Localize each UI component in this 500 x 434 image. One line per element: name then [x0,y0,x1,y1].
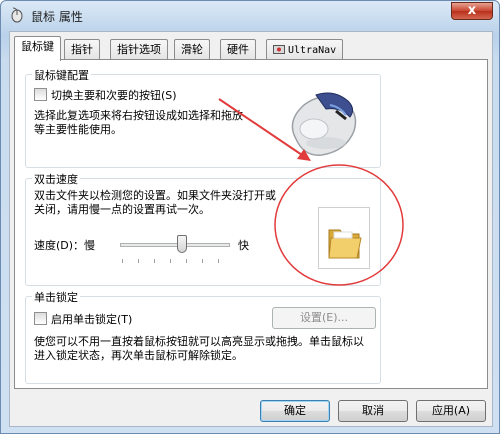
window-title: 鼠标 属性 [31,10,83,24]
speed-slow-label: 速度(D)：慢 [34,239,96,252]
mouse-icon [11,7,23,23]
click-lock-description: 使您可以不用一直按着鼠标按钮就可以高亮显示或拖拽。单击鼠标以进入锁定状态，再次单… [34,335,364,362]
group-title: 双击速度 [32,171,80,187]
tab-label: UltraNav [288,45,337,56]
slider-tick [138,259,139,263]
tab-buttons[interactable]: 鼠标键 [14,36,61,61]
test-folder-area[interactable] [318,207,370,269]
speed-slider-thumb[interactable] [177,235,187,253]
checkbox-box[interactable] [34,312,47,325]
tab-panel: 鼠标键配置 切换主要和次要的按钮(S) 选择此复选项来将右按钮设成如选择和拖放等… [14,59,488,389]
ultranav-icon [273,45,285,54]
dialog-body: 鼠标键 指针 指针选项 滑轮 硬件 UltraNav 鼠标键配置 切换主要和次要… [9,31,493,427]
tab-pointers[interactable]: 指针 [64,39,100,60]
click-lock-checkbox[interactable]: 启用单击锁定(T) [34,311,132,327]
mouse-properties-window: 鼠标 属性 x 鼠标键 指针 指针选项 滑轮 硬件 UltraNav 鼠标键配置… [0,0,500,434]
tab-label: 指针选项 [117,43,161,56]
slider-tick [202,259,203,263]
checkbox-label: 启用单击锁定(T) [51,313,133,326]
switch-buttons-checkbox[interactable]: 切换主要和次要的按钮(S) [34,87,177,103]
slider-tick [170,259,171,263]
group-title: 单击锁定 [32,289,80,305]
tab-ultranav[interactable]: UltraNav [266,39,344,60]
click-lock-group: 单击锁定 启用单击锁定(T) 设置(E)... 使您可以不用一直按着鼠标按钮就可… [25,289,381,384]
button-config-description: 选择此复选项来将右按钮设成如选择和拖放等主要性能使用。 [34,109,243,136]
cancel-button[interactable]: 取消 [338,400,408,422]
tab-label: 硬件 [227,43,249,56]
speed-fast-label: 快 [238,239,249,252]
title-bar[interactable]: 鼠标 属性 x [1,1,499,29]
ok-button[interactable]: 确定 [260,400,330,422]
checkbox-box[interactable] [34,88,47,101]
slider-tick [154,259,155,263]
tab-wheel[interactable]: 滑轮 [174,39,210,60]
click-lock-settings-button[interactable]: 设置(E)... [272,307,376,329]
tab-label: 鼠标键 [21,40,54,53]
button-config-group: 鼠标键配置 切换主要和次要的按钮(S) 选择此复选项来将右按钮设成如选择和拖放等… [25,67,381,168]
tab-label: 滑轮 [181,43,203,56]
speed-slider-track[interactable] [120,243,230,247]
folder-icon[interactable] [319,208,369,268]
close-button[interactable]: x [451,2,493,20]
double-click-group: 双击速度 双击文件夹以检测您的设置。如果文件夹没打开或关闭，请用慢一点的设置再试… [25,171,381,286]
tab-label: 指针 [71,43,93,56]
group-title: 鼠标键配置 [32,67,91,83]
apply-button[interactable]: 应用(A) [416,400,486,422]
tab-hardware[interactable]: 硬件 [220,39,256,60]
tab-pointer-options[interactable]: 指针选项 [110,39,168,60]
checkbox-label: 切换主要和次要的按钮(S) [51,89,177,102]
double-click-description: 双击文件夹以检测您的设置。如果文件夹没打开或关闭，请用慢一点的设置再试一次。 [34,189,276,216]
mouse-illustration [276,81,368,163]
slider-tick [122,259,123,263]
slider-tick [218,259,219,263]
slider-tick [186,259,187,263]
